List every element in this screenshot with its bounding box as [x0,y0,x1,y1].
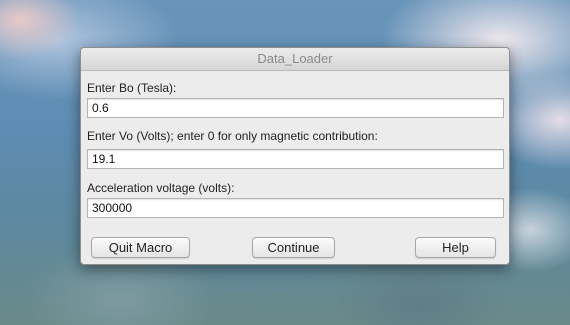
acceleration-voltage-input[interactable] [87,198,504,218]
vo-label: Enter Vo (Volts); enter 0 for only magne… [87,129,378,143]
vo-input[interactable] [87,149,504,169]
continue-button[interactable]: Continue [252,237,335,258]
quit-macro-button[interactable]: Quit Macro [91,237,190,258]
bo-label: Enter Bo (Tesla): [87,81,177,95]
data-loader-dialog: Data_Loader Enter Bo (Tesla): Enter Vo (… [80,47,510,265]
dialog-title: Data_Loader [81,48,509,71]
bo-input[interactable] [87,98,504,118]
help-button[interactable]: Help [415,237,496,258]
acceleration-voltage-label: Acceleration voltage (volts): [87,181,235,195]
